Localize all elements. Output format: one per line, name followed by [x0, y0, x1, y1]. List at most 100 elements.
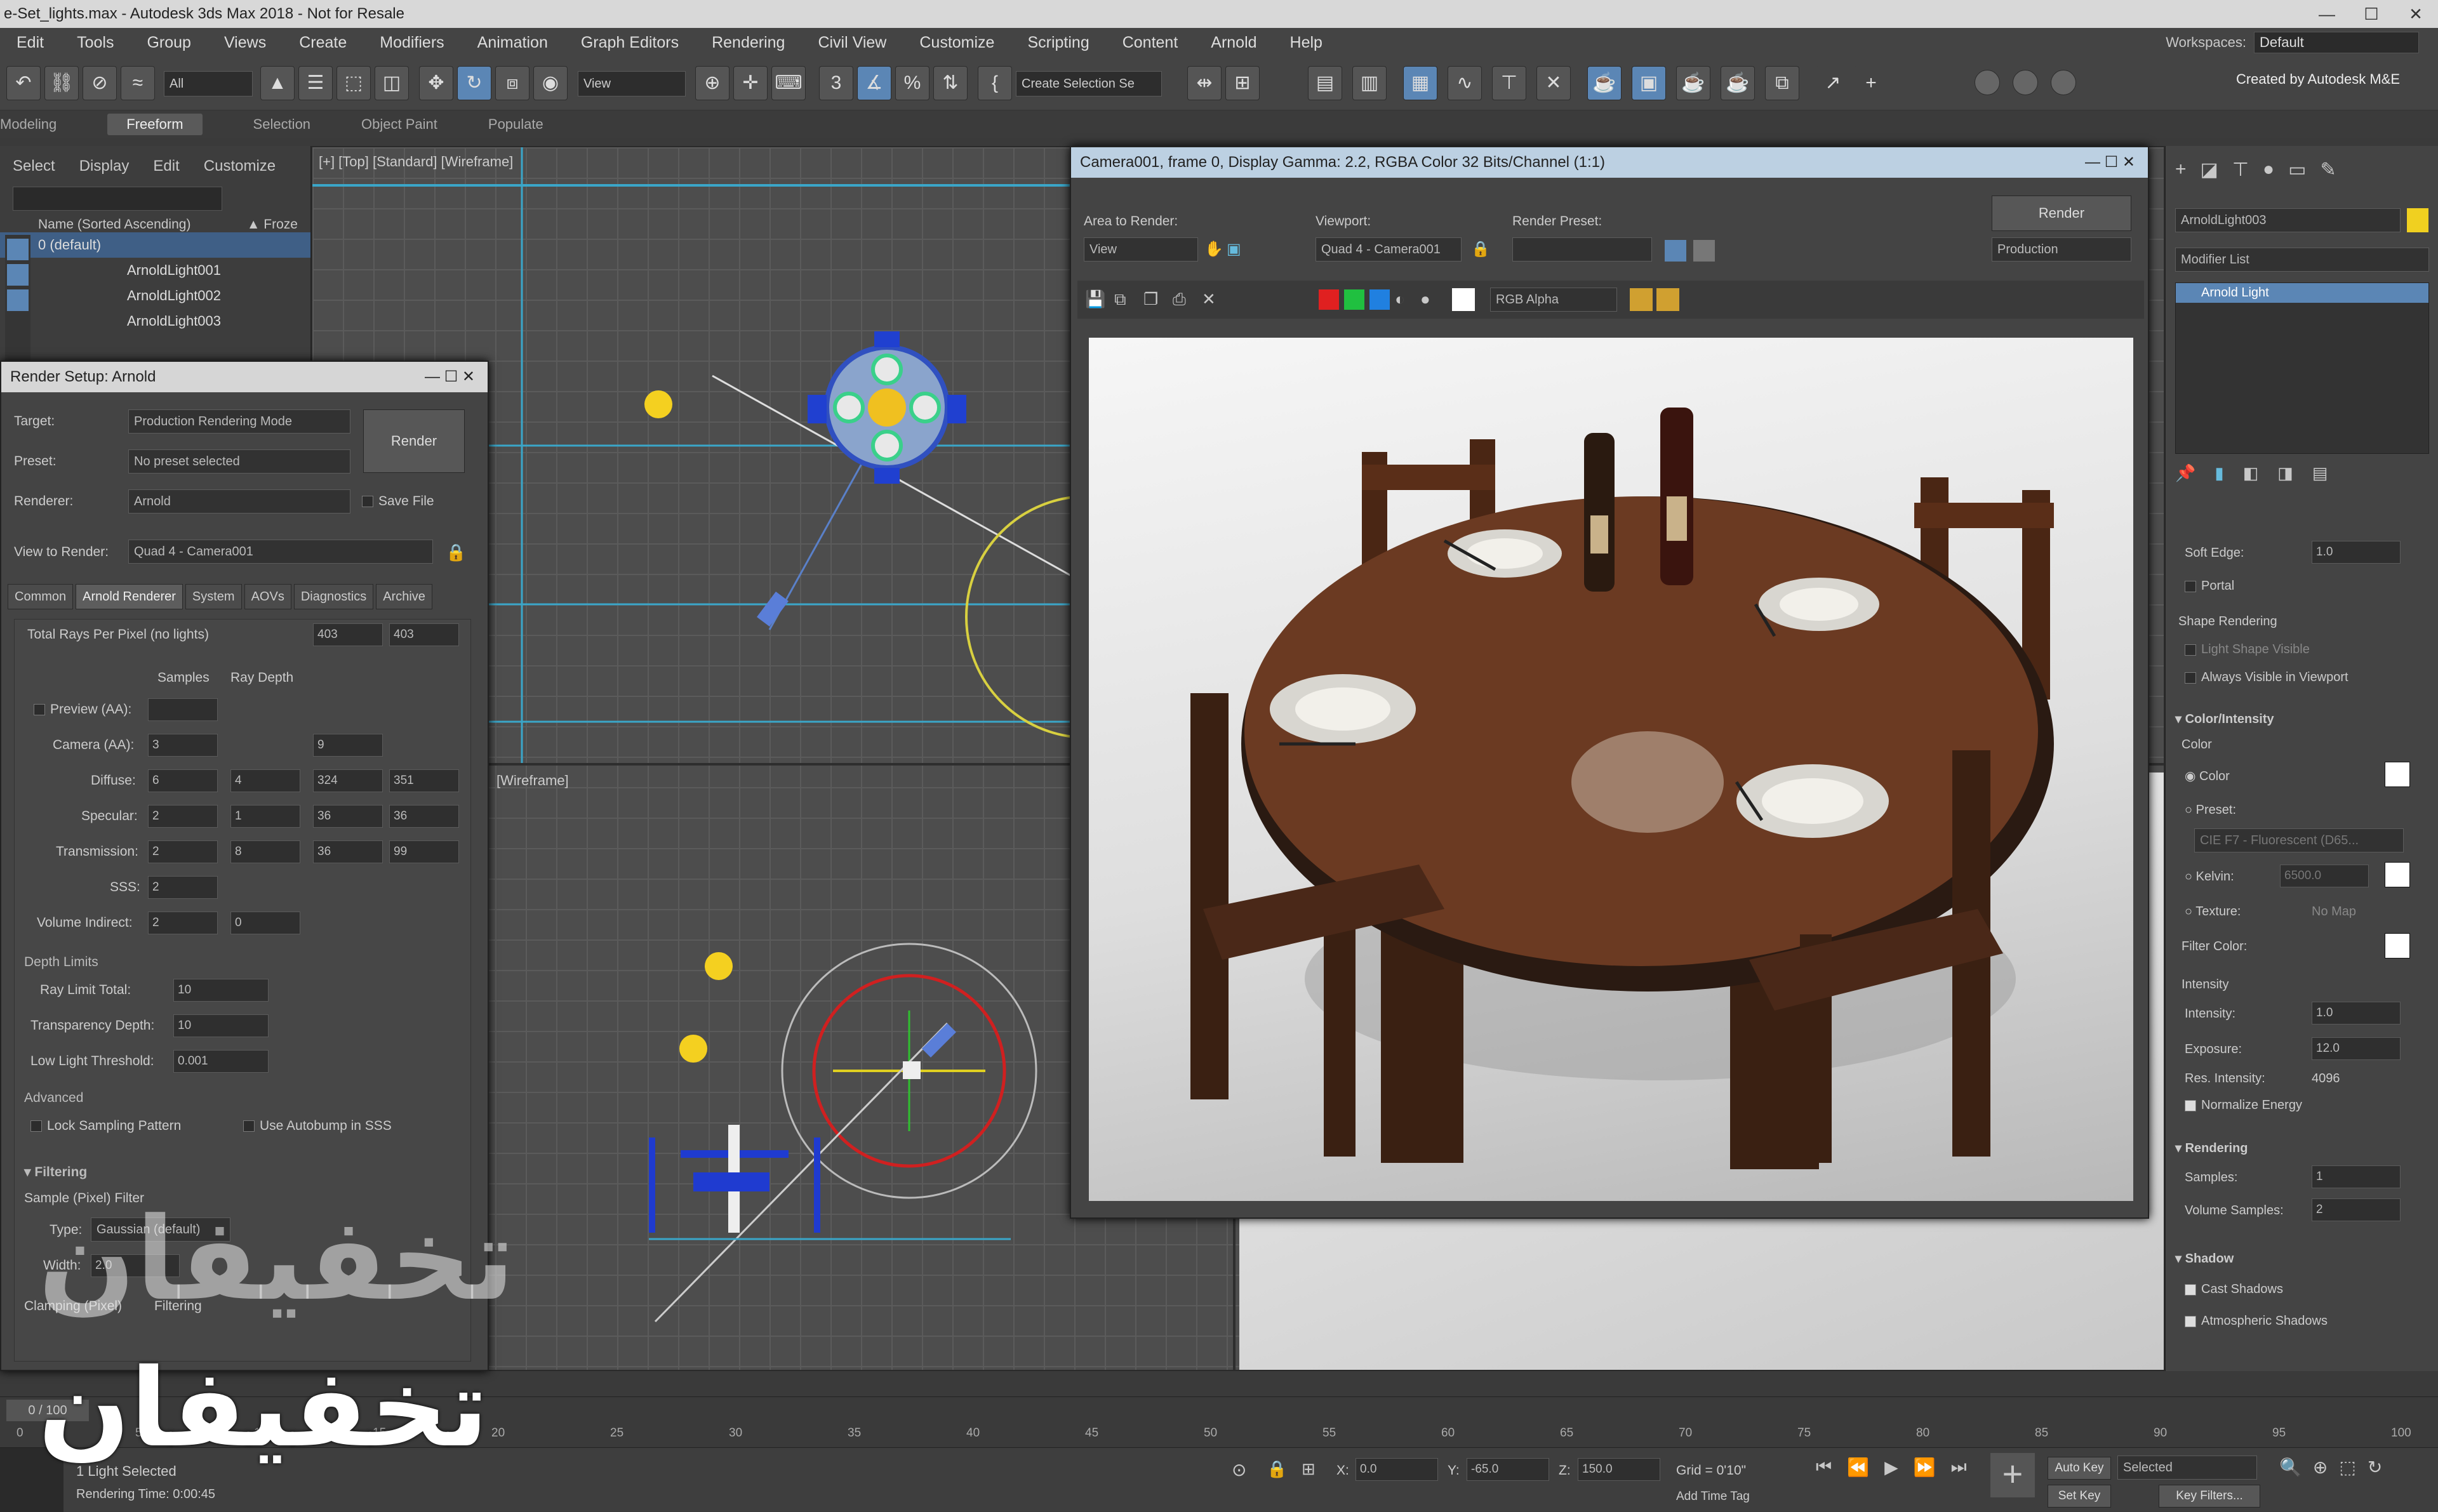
render-production-icon[interactable]: ☕	[1676, 66, 1710, 100]
filtering-rollout[interactable]: ▾ Filtering	[24, 1164, 87, 1180]
volume-indirect-samples[interactable]: 2	[148, 912, 218, 934]
color-preset-dropdown[interactable]: CIE F7 - Fluorescent (D65...	[2194, 828, 2404, 852]
lock-viewport-icon[interactable]: 🔒	[1471, 240, 1490, 258]
add-key-icon[interactable]: +	[1990, 1453, 2035, 1497]
unlink-icon[interactable]: ⊘	[83, 66, 117, 100]
scene-column-name[interactable]: Name (Sorted Ascending)	[38, 217, 190, 232]
schematic-view-icon[interactable]: ⊤	[1492, 66, 1526, 100]
undo-icon[interactable]: ↶	[6, 66, 41, 100]
menu-create[interactable]: Create	[299, 34, 347, 52]
tab-common[interactable]: Common	[8, 584, 74, 609]
x-coord-input[interactable]: 0.0	[1356, 1458, 1438, 1481]
zoom-icon[interactable]: 🔍	[2279, 1457, 2301, 1478]
go-to-start-icon[interactable]: ⏮	[1816, 1457, 1832, 1478]
atmospheric-shadows-checkbox[interactable]: Atmospheric Shadows	[2185, 1314, 2328, 1329]
preset-dropdown[interactable]: No preset selected	[128, 449, 350, 474]
scene-menu-customize[interactable]: Customize	[204, 157, 276, 175]
texture-map-button[interactable]: No Map	[2312, 905, 2356, 919]
ribbon-tab-selection[interactable]: Selection	[253, 116, 311, 133]
menu-help[interactable]: Help	[1290, 34, 1322, 52]
pivot-icon[interactable]: ⊕	[695, 66, 729, 100]
save-file-checkbox[interactable]: Save File	[362, 494, 434, 509]
shadow-rollout[interactable]: ▾ Shadow	[2175, 1250, 2234, 1266]
modify-tab-icon[interactable]: ◪	[2201, 159, 2218, 181]
circle-icon[interactable]	[1975, 70, 2000, 95]
make-unique-icon[interactable]: ◧	[2243, 463, 2259, 483]
show-end-result-icon[interactable]: ▮	[2215, 463, 2223, 483]
tab-archive[interactable]: Archive	[376, 584, 432, 609]
go-to-end-icon[interactable]: ⏭	[1951, 1457, 1967, 1478]
always-visible-checkbox[interactable]: Always Visible in Viewport	[2185, 670, 2348, 685]
object-color-swatch[interactable]	[2407, 208, 2428, 232]
scene-row-light[interactable]: ArnoldLight001	[0, 258, 310, 283]
scene-row-layer[interactable]: 0 (default)	[0, 232, 310, 258]
menu-content[interactable]: Content	[1122, 34, 1178, 52]
render-cloud-icon[interactable]: ⧉	[1765, 66, 1799, 100]
named-selection-dropdown[interactable]: Create Selection Se	[1016, 71, 1162, 96]
tab-aovs[interactable]: AOVs	[244, 584, 291, 609]
zoom-extents-icon[interactable]: ⬚	[2339, 1457, 2355, 1478]
zoom-all-icon[interactable]: ⊕	[2313, 1457, 2328, 1478]
modifier-list-dropdown[interactable]: Modifier List	[2175, 248, 2429, 272]
open-explorer-icon[interactable]: ↗	[1816, 66, 1850, 100]
sss-samples[interactable]: 2	[148, 876, 218, 899]
clear-icon[interactable]: ✕	[1202, 289, 1216, 309]
menu-tools[interactable]: Tools	[77, 34, 114, 52]
viewport-dropdown[interactable]: Quad 4 - Camera001	[1316, 237, 1462, 262]
percent-snap-icon[interactable]: %	[895, 66, 929, 100]
clear-color-swatch[interactable]	[1452, 288, 1475, 311]
auto-region-icon[interactable]: ▣	[1227, 240, 1241, 258]
channel-dropdown[interactable]: RGB Alpha	[1490, 288, 1617, 312]
circle-icon[interactable]	[2013, 70, 2038, 95]
red-channel-icon[interactable]	[1319, 289, 1339, 310]
lock-sampling-checkbox[interactable]: Lock Sampling Pattern	[30, 1118, 181, 1134]
scale-icon[interactable]: ⧈	[495, 66, 530, 100]
absolute-mode-icon[interactable]: ⊞	[1302, 1459, 1316, 1479]
view-to-render-dropdown[interactable]: Quad 4 - Camera001	[128, 540, 433, 564]
align-icon[interactable]: ⊞	[1225, 66, 1260, 100]
clone-window-icon[interactable]: ❐	[1143, 289, 1158, 309]
place-icon[interactable]: ◉	[533, 66, 568, 100]
light-shape-visible-checkbox[interactable]: Light Shape Visible	[2185, 642, 2310, 657]
specular-samples[interactable]: 2	[148, 805, 218, 828]
snap-point-icon[interactable]: +	[1854, 66, 1888, 100]
menu-civil-view[interactable]: Civil View	[818, 34, 886, 52]
scene-menu-select[interactable]: Select	[13, 157, 55, 175]
autobump-checkbox[interactable]: Use Autobump in SSS	[243, 1118, 392, 1134]
next-frame-icon[interactable]: ⏩	[1914, 1457, 1936, 1478]
menu-arnold[interactable]: Arnold	[1211, 34, 1256, 52]
object-name-field[interactable]: ArnoldLight003	[2175, 208, 2401, 232]
create-tab-icon[interactable]: +	[2175, 159, 2187, 181]
toggle-ribbon-icon[interactable]: ▦	[1403, 66, 1437, 100]
ribbon-tab-populate[interactable]: Populate	[488, 116, 543, 133]
lock-icon[interactable]: 🔒	[446, 543, 466, 562]
menu-views[interactable]: Views	[224, 34, 266, 52]
bind-spacewarp-icon[interactable]: ≈	[121, 66, 155, 100]
rendering-rollout[interactable]: ▾ Rendering	[2175, 1140, 2248, 1156]
minimize-button[interactable]: —	[2305, 0, 2349, 28]
modifier-stack-item[interactable]: Arnold Light	[2176, 283, 2428, 303]
rotate-icon[interactable]: ↻	[457, 66, 491, 100]
save-image-icon[interactable]: 💾	[1085, 289, 1105, 309]
dialog-window-controls[interactable]: — ☐ ✕	[425, 362, 475, 392]
preview-aa-samples[interactable]	[148, 698, 218, 721]
render-frame-render-button[interactable]: Render	[1992, 196, 2131, 231]
rendered-frame-window-icon[interactable]: ▣	[1632, 66, 1666, 100]
light-color-swatch[interactable]	[2385, 762, 2410, 787]
pin-stack-icon[interactable]: 📌	[2175, 463, 2195, 483]
tab-diagnostics[interactable]: Diagnostics	[293, 584, 374, 609]
isolate-selection-icon[interactable]: ⊙	[1232, 1459, 1246, 1480]
workspace-dropdown[interactable]: Default	[2254, 32, 2419, 53]
window-crossing-icon[interactable]: ◫	[375, 66, 409, 100]
hierarchy-tab-icon[interactable]: ⊤	[2232, 159, 2249, 181]
environment-effects-icon[interactable]	[1693, 240, 1715, 262]
alpha-channel-icon[interactable]: ◐	[1395, 289, 1405, 309]
monochrome-icon[interactable]: ●	[1420, 289, 1430, 309]
exposure-input[interactable]: 12.0	[2312, 1037, 2401, 1060]
add-time-tag-button[interactable]: Add Time Tag	[1676, 1490, 1750, 1504]
keyboard-shortcut-icon[interactable]: ⌨	[771, 66, 806, 100]
link-icon[interactable]: ⛓	[44, 66, 79, 100]
utilities-tab-icon[interactable]: ✎	[2321, 159, 2336, 181]
selection-lock-icon[interactable]: 🔒	[1267, 1459, 1287, 1479]
display-tab-icon[interactable]: ▭	[2288, 159, 2306, 181]
